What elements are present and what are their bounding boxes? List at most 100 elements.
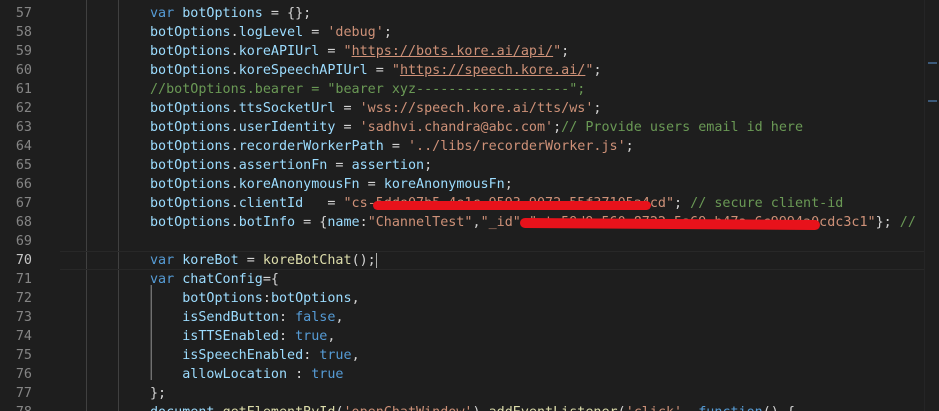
minimap-scrollbar[interactable] bbox=[924, 0, 939, 411]
code-token: = bbox=[303, 196, 344, 211]
line-number: 57 bbox=[15, 6, 32, 21]
code-line[interactable]: botOptions.assertionFn = assertion; bbox=[60, 156, 939, 175]
code-token: botOptions bbox=[150, 120, 231, 135]
code-token: () { bbox=[763, 405, 795, 411]
code-line-text: document.getElementById('openChatWindow'… bbox=[150, 403, 795, 411]
code-line[interactable]: isSendButton: false, bbox=[60, 308, 939, 327]
code-token: recorderWorkerPath bbox=[238, 139, 384, 154]
code-token: , bbox=[335, 310, 344, 325]
code-token: = bbox=[383, 139, 408, 154]
code-token: https://bots.kore.ai/api/ bbox=[351, 44, 554, 59]
code-line[interactable]: botOptions.koreAnonymousFn = koreAnonymo… bbox=[60, 175, 939, 194]
code-token: , bbox=[327, 329, 336, 344]
code-token: . bbox=[230, 25, 239, 40]
code-line[interactable]: }; bbox=[60, 384, 939, 403]
redaction-mark-client-id bbox=[373, 201, 651, 210]
code-token: = { bbox=[295, 215, 328, 230]
code-line[interactable]: //botOptions.bearer = "bearer xyz-------… bbox=[60, 80, 939, 99]
code-line[interactable]: botOptions.koreAPIUrl = "https://bots.ko… bbox=[60, 42, 939, 61]
code-token: true bbox=[319, 348, 352, 363]
code-line[interactable]: botOptions:botOptions, bbox=[60, 289, 939, 308]
line-number: 71 bbox=[15, 272, 32, 287]
minimap-marker bbox=[928, 100, 937, 102]
line-number: 63 bbox=[15, 120, 32, 135]
code-line-text: botOptions.ttsSocketUrl = 'wss://speech.… bbox=[150, 99, 601, 118]
code-token: botOptions bbox=[150, 196, 231, 211]
code-token: koreBotChat bbox=[262, 253, 352, 268]
code-token: botInfo bbox=[238, 215, 296, 230]
code-token: botOptions bbox=[150, 215, 231, 230]
code-line[interactable]: botOptions.logLevel = 'debug'; bbox=[60, 23, 939, 42]
code-token: : bbox=[359, 215, 368, 230]
code-token: botOptions bbox=[150, 101, 231, 116]
code-token: , bbox=[472, 215, 481, 230]
code-token: . bbox=[230, 215, 239, 230]
code-token: addEventListener bbox=[489, 405, 618, 411]
text-cursor bbox=[375, 252, 377, 268]
code-token: function bbox=[698, 405, 763, 411]
code-token: ; bbox=[593, 63, 602, 78]
code-token: getElementById bbox=[223, 405, 336, 411]
code-token: 'debug' bbox=[327, 25, 384, 40]
code-token: " bbox=[391, 63, 400, 78]
code-line[interactable]: botOptions.userIdentity = 'sadhvi.chandr… bbox=[60, 118, 939, 137]
code-line[interactable]: botOptions.recorderWorkerPath = '../libs… bbox=[60, 137, 939, 156]
code-token: ; bbox=[561, 44, 570, 59]
code-token: "_id" bbox=[480, 215, 521, 230]
code-token: 'openChatWindow' bbox=[344, 405, 473, 411]
code-line-text: botOptions.recorderWorkerPath = '../libs… bbox=[150, 137, 634, 156]
code-line[interactable]: isTTSEnabled: true, bbox=[60, 327, 939, 346]
code-line-text: isTTSEnabled: true, bbox=[150, 327, 335, 346]
code-token: botOptions bbox=[150, 25, 231, 40]
code-token: : bbox=[303, 348, 320, 363]
code-token: koreAnonymousFn bbox=[383, 177, 505, 192]
code-line-text: isSpeechEnabled: true, bbox=[150, 346, 360, 365]
code-token: ; bbox=[504, 177, 513, 192]
code-token: var bbox=[150, 272, 175, 287]
code-token: : bbox=[279, 310, 296, 325]
code-token: 'wss://speech.kore.ai/tts/ws' bbox=[359, 101, 594, 116]
code-token: logLevel bbox=[238, 25, 304, 40]
code-token: }; bbox=[150, 386, 167, 401]
code-line[interactable]: allowLocation : true bbox=[60, 365, 939, 384]
code-editor[interactable]: 57 58 59 60 61 62 63 64 65 66 67 68 69 70 71 72 73 74 75 76… bbox=[0, 0, 939, 411]
line-number: 67 bbox=[15, 196, 32, 211]
line-number: 76 bbox=[15, 367, 32, 382]
line-number: 70 bbox=[15, 253, 32, 268]
code-token: = {}; bbox=[262, 6, 312, 21]
line-number: 77 bbox=[15, 386, 32, 401]
code-line-text: }; bbox=[150, 384, 166, 403]
code-line-text: var botOptions = {}; bbox=[150, 4, 311, 23]
code-line[interactable]: var koreBot = koreBotChat(); bbox=[60, 251, 939, 270]
code-line-text: botOptions:botOptions, bbox=[150, 289, 360, 308]
code-token: koreBot bbox=[182, 253, 239, 268]
code-line[interactable] bbox=[60, 232, 939, 251]
code-token: , bbox=[351, 291, 360, 306]
code-line[interactable]: botOptions.ttsSocketUrl = 'wss://speech.… bbox=[60, 99, 939, 118]
code-token: . bbox=[230, 177, 239, 192]
code-token: , bbox=[351, 348, 360, 363]
line-number: 73 bbox=[15, 310, 32, 325]
code-line[interactable]: isSpeechEnabled: true, bbox=[60, 346, 939, 365]
code-line[interactable]: var chatConfig={ bbox=[60, 270, 939, 289]
minimap-marker bbox=[928, 62, 937, 64]
code-line[interactable]: botOptions.koreSpeechAPIUrl = "https://s… bbox=[60, 61, 939, 80]
code-token: isSendButton bbox=[182, 310, 279, 325]
code-line-text: isSendButton: false, bbox=[150, 308, 344, 327]
code-token: assertion bbox=[351, 158, 425, 173]
code-line[interactable]: var botOptions = {}; bbox=[60, 4, 939, 23]
code-token: : bbox=[287, 367, 312, 382]
code-token: // secure client-id bbox=[690, 196, 844, 211]
code-line[interactable]: document.getElementById('openChatWindow'… bbox=[60, 403, 939, 411]
line-number: 78 bbox=[0, 403, 32, 411]
code-token: ={ bbox=[262, 272, 279, 287]
code-token: koreAnonymousFn bbox=[238, 177, 360, 192]
code-token: isTTSEnabled bbox=[182, 329, 279, 344]
code-token: ttsSocketUrl bbox=[238, 101, 336, 116]
line-number: 66 bbox=[15, 177, 32, 192]
code-token: ; bbox=[674, 196, 691, 211]
code-token: }; bbox=[875, 215, 900, 230]
